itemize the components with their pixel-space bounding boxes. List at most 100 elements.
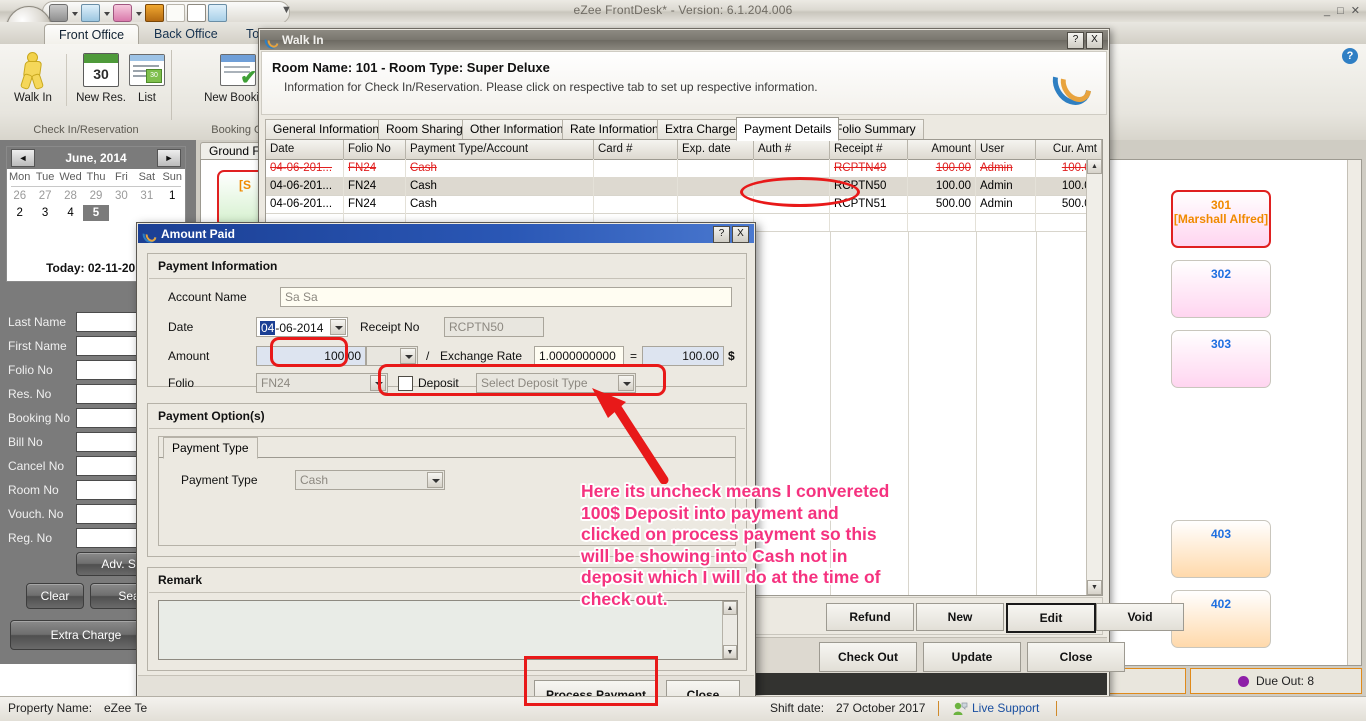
qat-overflow-icon[interactable]: ▼ [281,4,292,16]
column-header-date[interactable]: Date [266,140,344,159]
walk-in-tab-bar[interactable]: General Information Room Sharing Other I… [265,117,1103,141]
table-row[interactable]: 04-06-201... FN24 Cash RCPTN51 500.00 Ad… [266,195,1102,214]
column-header-payment-type[interactable]: Payment Type/Account [406,140,594,159]
printer-icon[interactable] [113,3,132,22]
edit-button[interactable]: Edit [1006,603,1096,633]
scroll-up-icon[interactable]: ▲ [1087,159,1102,174]
calendar-day[interactable]: 30 [109,188,134,204]
ribbon-tab-front-office[interactable]: Front Office [44,24,140,45]
tab-folio-summary[interactable]: Folio Summary [827,119,924,139]
calendar-week-row[interactable]: 2 3 4 5 [7,205,185,221]
calendar-day[interactable]: 1 [160,188,185,204]
chevron-down-icon[interactable] [618,375,634,391]
chevron-down-icon[interactable] [134,6,143,20]
remark-scrollbar[interactable]: ▲ ▼ [722,601,737,659]
clear-button[interactable]: Clear [26,583,84,609]
help-icon[interactable]: ? [1342,48,1358,64]
picture-icon[interactable] [81,3,100,22]
column-header-auth[interactable]: Auth # [754,140,830,159]
book-icon[interactable] [145,3,164,22]
calendar-day[interactable]: 2 [7,205,32,221]
folio-combo[interactable]: FN24 [256,373,388,393]
account-name-input[interactable]: Sa Sa [280,287,732,307]
help-button[interactable]: ? [713,226,730,243]
remark-textarea[interactable]: ▲ ▼ [158,600,738,660]
close-button[interactable]: X [1086,32,1103,49]
tab-payment-type[interactable]: Payment Type [163,437,258,459]
column-header-sign[interactable]: Sign [1102,140,1103,159]
scroll-down-icon[interactable]: ▼ [1087,580,1102,595]
chevron-down-icon[interactable] [400,348,416,364]
room-tile-303[interactable]: 303 [1171,330,1271,388]
help-button[interactable]: ? [1067,32,1084,49]
quick-access-toolbar[interactable] [42,1,290,24]
calendar-day[interactable]: 4 [58,205,83,221]
column-header-amount[interactable]: Amount [908,140,976,159]
page-icon[interactable] [166,3,185,22]
void-button[interactable]: Void [1096,603,1184,631]
live-support-link[interactable]: Live Support [972,701,1039,715]
check-out-button[interactable]: Check Out [819,642,917,672]
payment-type-tab-bar[interactable]: Payment Type [159,437,735,459]
chevron-down-icon[interactable] [70,6,79,20]
column-header-cur-amt[interactable]: Cur. Amt [1036,140,1102,159]
tab-payment-details[interactable]: Payment Details [736,117,840,141]
calendar-day[interactable]: 28 [58,188,83,204]
table-row[interactable]: 04-06-201... FN24 Cash RCPTN50 100.00 Ad… [266,177,1102,196]
payment-type-combo[interactable]: Cash [295,470,445,490]
calendar-week-row[interactable]: 26 27 28 29 30 31 1 [7,188,185,204]
calendar-day[interactable]: 31 [134,188,159,204]
new-button[interactable]: New [916,603,1004,631]
ribbon-button-list[interactable]: 30 List [122,50,172,104]
floor-scrollbar[interactable] [1347,160,1361,665]
calendar-prev-icon[interactable]: ◄ [11,149,35,167]
deposit-checkbox[interactable] [398,376,413,391]
close-button[interactable]: X [732,226,749,243]
check-document-icon[interactable] [208,3,227,22]
exchange-rate-input[interactable]: 1.0000000000 [534,346,624,366]
deposit-type-combo[interactable]: Select Deposit Type [476,373,636,393]
room-tile-302[interactable]: 302 [1171,260,1271,318]
room-tile-403[interactable]: 403 [1171,520,1271,578]
grid-vertical-scrollbar[interactable]: ▲ ▼ [1086,159,1102,595]
column-header-exp-date[interactable]: Exp. date [678,140,754,159]
maximize-icon[interactable]: □ [1337,5,1344,17]
calendar-day-selected[interactable]: 5 [83,205,109,221]
tab-other-information[interactable]: Other Information [462,119,572,139]
update-button[interactable]: Update [923,642,1021,672]
calendar-day[interactable]: 3 [32,205,57,221]
scroll-down-icon[interactable]: ▼ [723,645,737,659]
window-controls[interactable]: _ □ ✕ [1324,4,1360,18]
date-input[interactable]: 04-06-2014 [256,317,348,337]
column-header-user[interactable]: User [976,140,1036,159]
calendar-day[interactable]: 29 [83,188,108,204]
room-tile-301[interactable]: 301 [Marshall Alfred] [1171,190,1271,248]
spellcheck-icon[interactable] [187,3,206,22]
tab-rate-information[interactable]: Rate Information [562,119,667,139]
ribbon-tab-back-office[interactable]: Back Office [140,24,232,44]
chevron-down-icon[interactable] [330,319,346,335]
calendar-next-icon[interactable]: ► [157,149,181,167]
refund-button[interactable]: Refund [826,603,914,631]
scroll-up-icon[interactable]: ▲ [723,601,737,615]
close-button[interactable]: Close [1027,642,1125,672]
column-header-folio-no[interactable]: Folio No [344,140,406,159]
close-icon[interactable]: ✕ [1351,4,1360,17]
chevron-down-icon[interactable] [427,472,443,488]
calendar-day[interactable]: 27 [32,188,57,204]
database-icon[interactable] [49,3,68,22]
chevron-down-icon[interactable] [370,375,386,391]
tab-general-information[interactable]: General Information [265,119,388,139]
currency-combo[interactable] [366,346,418,366]
column-header-receipt[interactable]: Receipt # [830,140,908,159]
column-header-card[interactable]: Card # [594,140,678,159]
chevron-down-icon[interactable] [102,6,111,20]
ribbon-button-walk-in[interactable]: Walk In [2,50,64,104]
live-support-icon[interactable] [952,701,968,716]
calendar-day[interactable]: 26 [7,188,32,204]
amount-input[interactable]: 100.00 [256,346,366,366]
room-tile-402[interactable]: 402 [1171,590,1271,648]
minimize-icon[interactable]: _ [1324,5,1330,17]
table-row[interactable]: 04-06-201... FN24 Cash RCPTN49 100.00 Ad… [266,159,1102,178]
tab-room-sharing[interactable]: Room Sharing [378,119,471,139]
